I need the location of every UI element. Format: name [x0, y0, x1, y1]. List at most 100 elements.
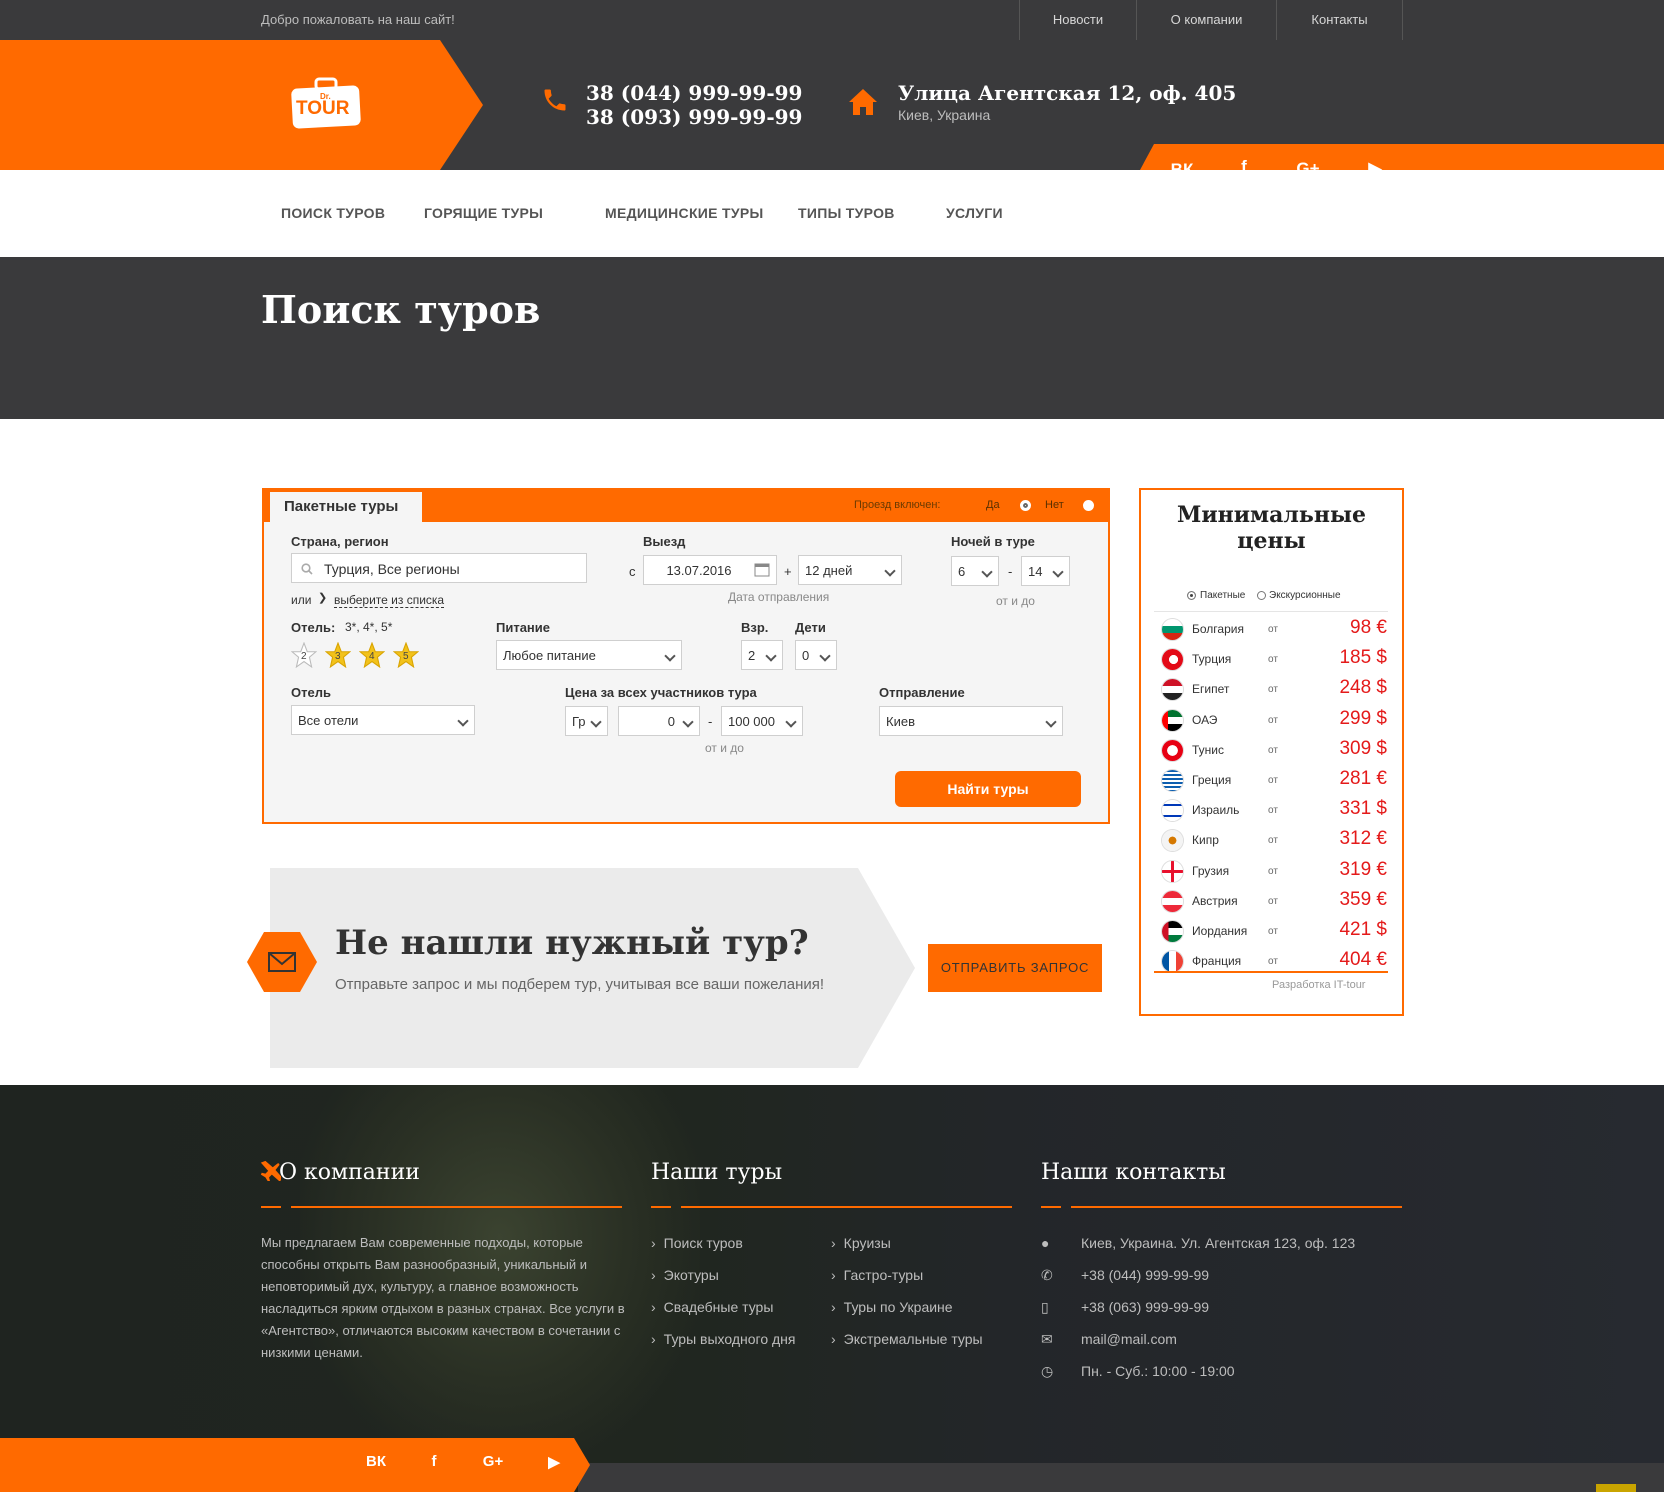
footer-link-search[interactable]: Поиск туров	[651, 1235, 743, 1251]
choose-from-list-link[interactable]: выберите из списка	[334, 593, 445, 608]
top-bar	[0, 0, 1664, 40]
footer-phone-1[interactable]: +38 (044) 999-99-99	[1081, 1267, 1209, 1283]
price-from-select[interactable]: 0	[618, 706, 700, 736]
top-link-contacts[interactable]: Контакты	[1276, 0, 1403, 40]
tab-package-tours[interactable]: Пакетные туры	[270, 492, 422, 524]
country-input[interactable]: Турция, Все регионы	[291, 553, 587, 583]
travel-included-label: Проезд включен:	[854, 499, 941, 511]
hotel-stars-value: 3*, 4*, 5*	[345, 620, 393, 634]
top-link-about[interactable]: О компании	[1136, 0, 1276, 40]
departure-city-select[interactable]: Киев	[879, 706, 1063, 736]
footer-phone-2[interactable]: +38 (063) 999-99-99	[1081, 1299, 1209, 1315]
divider	[1154, 611, 1388, 612]
nav-item-search[interactable]: ПОИСК ТУРОВ	[281, 205, 385, 221]
opt-excursion-radio[interactable]	[1257, 591, 1266, 600]
top-link-news[interactable]: Новости	[1019, 0, 1136, 40]
price-from-word: от	[1268, 775, 1278, 786]
address-city: Киев, Украина	[898, 107, 991, 123]
departure-city-label: Отправление	[879, 685, 965, 700]
country-name: Израиль	[1192, 803, 1240, 818]
footer-link-wedding[interactable]: Свадебные туры	[651, 1299, 774, 1315]
country-name: Кипр	[1192, 833, 1219, 848]
country-name: Тунис	[1192, 742, 1224, 757]
star-2-label: 2	[301, 651, 307, 662]
credit-text: Разработка IT-tour	[1272, 979, 1366, 991]
request-title: Не нашли нужный тур?	[335, 923, 809, 963]
footer-youtube-icon[interactable]: ▶	[540, 1453, 568, 1471]
footer-social-banner	[0, 1438, 590, 1492]
footer-google-plus-icon[interactable]: G+	[479, 1453, 507, 1470]
footer-contacts-title: Наши контакты	[1041, 1160, 1226, 1185]
country-flag-icon	[1162, 800, 1183, 822]
star-5-label: 5	[403, 651, 409, 662]
footer-link-cruises[interactable]: Круизы	[831, 1235, 891, 1251]
opt-package-radio[interactable]	[1187, 591, 1196, 600]
send-request-button[interactable]: ОТПРАВИТЬ ЗАПРОС	[928, 944, 1102, 992]
footer-facebook-icon[interactable]: f	[420, 1453, 448, 1470]
clock-icon: ◷	[1041, 1363, 1054, 1379]
currency-select[interactable]: Гр	[565, 706, 608, 736]
price-row[interactable]: Грузия от 319 €	[1162, 857, 1387, 887]
nav-item-medical[interactable]: МЕДИЦИНСКИЕ ТУРЫ	[605, 205, 764, 221]
footer-link-gastro[interactable]: Гастро-туры	[831, 1267, 924, 1283]
footer-vk-icon[interactable]: ВК	[362, 1453, 390, 1470]
price-value: 421 $	[1339, 919, 1387, 940]
scroll-to-top-button[interactable]	[1596, 1484, 1636, 1492]
price-to-select[interactable]: 100 000	[721, 706, 803, 736]
logo[interactable]: Dr. TOUR	[290, 77, 362, 129]
nights-to-select[interactable]: 14	[1021, 556, 1070, 586]
price-from-word: от	[1268, 926, 1278, 937]
phone-1[interactable]: 38 (044) 999-99-99	[586, 81, 802, 105]
calendar-icon[interactable]	[754, 561, 770, 577]
food-select[interactable]: Любое питание	[496, 640, 682, 670]
country-name: Грузия	[1192, 863, 1230, 878]
phone-2[interactable]: 38 (093) 999-99-99	[586, 105, 802, 129]
price-row[interactable]: Австрия от 359 €	[1162, 887, 1387, 917]
price-from-word: от	[1268, 895, 1278, 907]
price-row[interactable]: Греция от 281 €	[1162, 766, 1387, 796]
price-row[interactable]: Кипр от 312 €	[1162, 826, 1387, 856]
country-flag-icon	[1162, 709, 1183, 731]
hotel-select[interactable]: Все отели	[291, 705, 475, 735]
country-name: Турция	[1192, 652, 1232, 667]
price-row[interactable]: Египет от 248 $	[1162, 675, 1387, 705]
nav-item-hot[interactable]: ГОРЯЩИЕ ТУРЫ	[424, 205, 543, 221]
divider	[681, 1206, 1012, 1208]
country-flag-icon	[1162, 921, 1183, 942]
price-row[interactable]: Тунис от 309 $	[1162, 736, 1387, 766]
footer-link-eco[interactable]: Экотуры	[651, 1267, 719, 1283]
date-from-text: с	[629, 564, 636, 579]
price-from-word: от	[1268, 865, 1278, 877]
home-icon	[849, 89, 877, 115]
nights-label: Ночей в туре	[951, 534, 1035, 549]
price-row[interactable]: Израиль от 331 $	[1162, 796, 1387, 826]
country-name: Греция	[1192, 773, 1232, 787]
nav-item-types[interactable]: ТИПЫ ТУРОВ	[798, 205, 895, 221]
kids-select[interactable]: 0	[795, 640, 837, 670]
price-from-word: от	[1268, 624, 1278, 635]
country-name: Болгария	[1192, 622, 1244, 636]
date-plus: +	[784, 564, 792, 579]
price-row[interactable]: Болгария от 98 €	[1162, 615, 1387, 645]
country-flag-icon	[1162, 890, 1183, 912]
adults-select[interactable]: 2	[741, 640, 783, 670]
find-tours-button[interactable]: Найти туры	[895, 771, 1081, 807]
nights-from-select[interactable]: 6	[951, 556, 999, 586]
price-from-word: от	[1268, 805, 1278, 817]
price-row[interactable]: ОАЭ от 299 $	[1162, 706, 1387, 736]
footer-link-weekend[interactable]: Туры выходного дня	[651, 1331, 796, 1347]
departure-label: Выезд	[643, 534, 686, 549]
chevron-down-icon: ❯	[318, 592, 328, 604]
footer-link-extreme[interactable]: Экстремальные туры	[831, 1331, 983, 1347]
nav-item-services[interactable]: УСЛУГИ	[946, 205, 1003, 221]
travel-yes-radio[interactable]	[1020, 500, 1031, 511]
footer-link-ukraine[interactable]: Туры по Украине	[831, 1299, 953, 1315]
days-select[interactable]: 12 дней	[798, 555, 902, 585]
footer-email[interactable]: mail@mail.com	[1081, 1331, 1177, 1347]
price-from-word: от	[1268, 714, 1278, 726]
price-value: 299 $	[1339, 707, 1387, 729]
price-row[interactable]: Турция от 185 $	[1162, 645, 1387, 675]
travel-no-radio[interactable]	[1083, 500, 1094, 511]
price-row[interactable]: Иордания от 421 $	[1162, 917, 1387, 947]
country-name: Франция	[1192, 954, 1242, 969]
